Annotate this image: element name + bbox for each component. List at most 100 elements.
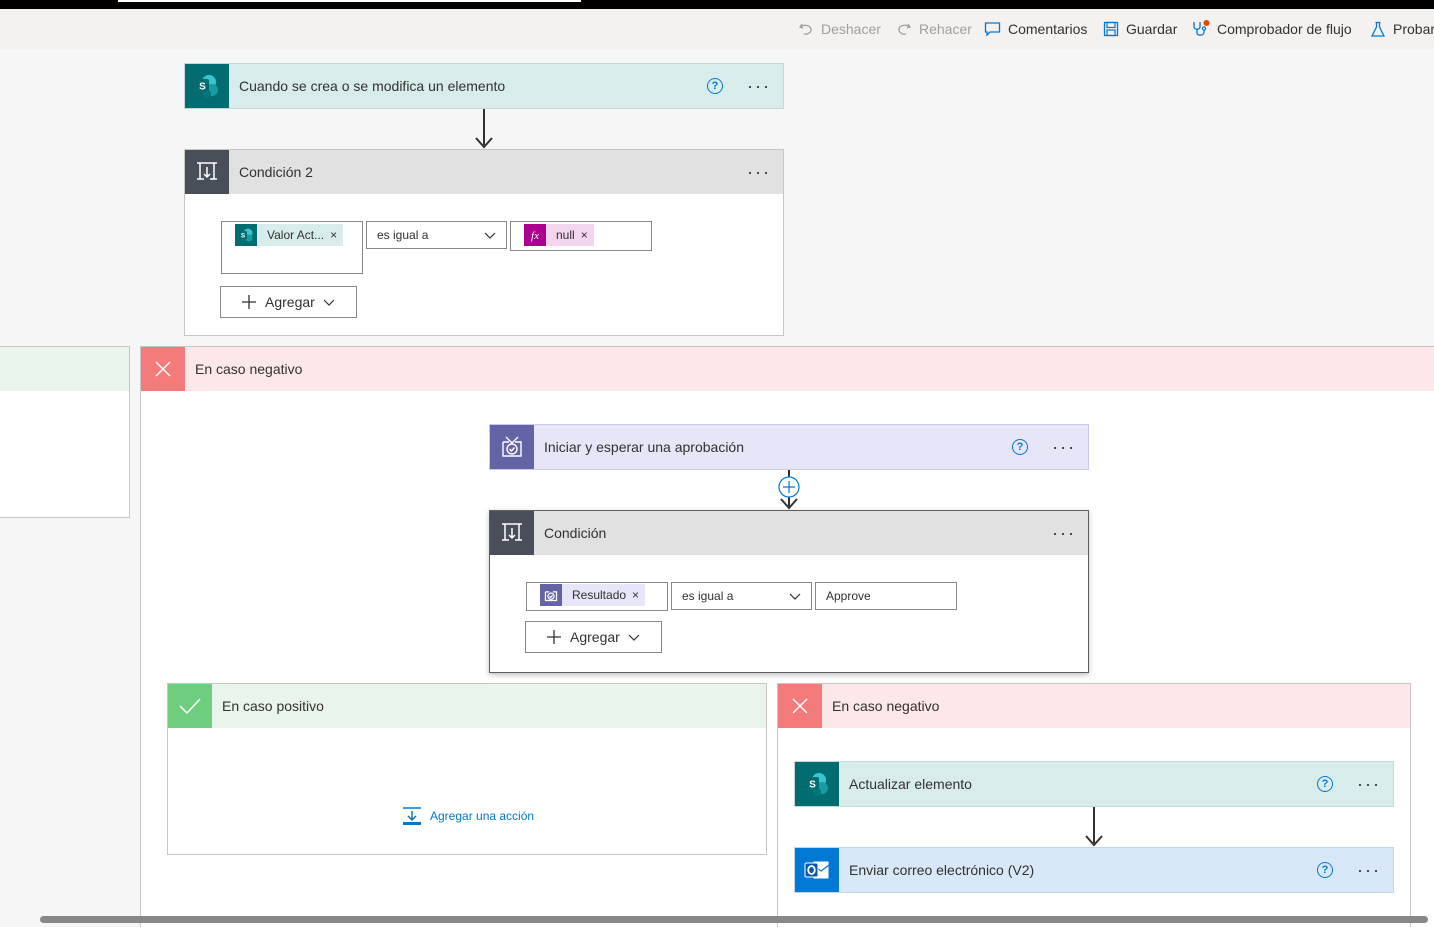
add-action-label: Agregar una acción	[430, 809, 535, 823]
save-button[interactable]: Guardar	[1103, 9, 1177, 49]
update-item-card[interactable]: S Actualizar elemento ? ···	[794, 761, 1394, 807]
positive-branch-header[interactable]	[0, 347, 129, 391]
update-item-title: Actualizar elemento	[849, 776, 972, 792]
comments-label: Comentarios	[1008, 21, 1088, 37]
redo-button[interactable]: Rehacer	[896, 9, 972, 49]
flow-checker-label: Comprobador de flujo	[1217, 21, 1352, 37]
arrowhead-icon	[780, 498, 798, 510]
add-button[interactable]: Agregar	[525, 621, 662, 653]
svg-text:S: S	[241, 233, 246, 240]
chevron-down-icon	[484, 232, 496, 239]
dynamic-content-token[interactable]: Resultado ×	[540, 584, 646, 606]
send-email-card[interactable]: Enviar correo electrónico (V2) ? ···	[794, 847, 1394, 893]
more-options-icon[interactable]: ···	[1357, 861, 1381, 879]
svg-text:S: S	[199, 82, 206, 93]
inner-positive-title: En caso positivo	[222, 698, 324, 714]
svg-text:fx: fx	[531, 230, 539, 242]
approval-header[interactable]: Iniciar y esperar una aprobación ? ···	[490, 425, 1088, 469]
redo-label: Rehacer	[919, 21, 972, 37]
inner-positive-branch: En caso positivo Agregar una acción	[167, 683, 767, 855]
checkmark-icon	[168, 684, 212, 728]
trigger-header[interactable]: S Cuando se crea o se modifica un elemen…	[185, 64, 783, 108]
add-action-link[interactable]: Agregar una acción	[402, 806, 534, 826]
sharepoint-icon: S	[235, 224, 257, 246]
inner-positive-header[interactable]: En caso positivo	[168, 684, 766, 728]
expression-token[interactable]: fx null ×	[524, 224, 594, 246]
help-icon[interactable]: ?	[1317, 776, 1334, 792]
horizontal-scrollbar[interactable]	[40, 916, 1428, 923]
dynamic-content-token[interactable]: S Valor Act... ×	[235, 224, 344, 246]
positive-branch-partial	[0, 346, 130, 518]
approval-title: Iniciar y esperar una aprobación	[544, 439, 745, 455]
operator-dropdown[interactable]: es igual a	[366, 221, 507, 249]
help-icon[interactable]: ?	[1012, 439, 1029, 455]
add-button[interactable]: Agregar	[220, 286, 357, 318]
send-email-header[interactable]: Enviar correo electrónico (V2) ? ···	[795, 848, 1393, 892]
chevron-down-icon	[628, 634, 640, 641]
outlook-icon	[795, 848, 839, 892]
redo-icon	[898, 23, 912, 35]
plus-icon	[547, 630, 561, 644]
remove-token-icon[interactable]: ×	[581, 228, 594, 242]
operator-value: es igual a	[377, 228, 429, 242]
undo-icon	[798, 23, 812, 35]
approval-icon	[490, 425, 534, 469]
chevron-down-icon	[789, 593, 801, 600]
help-icon[interactable]: ?	[707, 78, 724, 94]
add-label: Agregar	[570, 629, 620, 645]
more-options-icon[interactable]: ···	[1052, 524, 1076, 542]
insert-step-icon[interactable]	[777, 475, 801, 499]
operator-dropdown[interactable]: es igual a	[671, 582, 812, 610]
approval-card[interactable]: Iniciar y esperar una aprobación ? ···	[489, 424, 1089, 470]
add-action-icon	[403, 807, 421, 825]
flask-icon	[1370, 21, 1386, 37]
more-options-icon[interactable]: ···	[1357, 775, 1381, 793]
window-top-bar	[0, 0, 1434, 9]
command-bar: Deshacer Rehacer Comentarios Guardar Com…	[0, 9, 1434, 49]
help-icon[interactable]: ?	[1317, 862, 1334, 878]
condition-icon	[490, 511, 534, 555]
close-icon	[778, 684, 822, 728]
condition2-header[interactable]: Condición 2 ···	[185, 150, 783, 194]
operator-value: es igual a	[682, 589, 734, 603]
comments-button[interactable]: Comentarios	[984, 9, 1087, 49]
arrowhead-icon	[475, 137, 493, 149]
condition-header[interactable]: Condición ···	[490, 511, 1088, 555]
condition-title: Condición	[544, 525, 607, 541]
save-label: Guardar	[1126, 21, 1178, 37]
test-button[interactable]: Probar	[1370, 9, 1434, 49]
right-value: Approve	[826, 589, 871, 603]
comment-icon	[984, 22, 1001, 37]
fx-icon: fx	[524, 224, 546, 246]
arrowhead-icon	[1085, 835, 1103, 847]
condition-card[interactable]: Condición ··· Resultado × es igual a App…	[489, 510, 1089, 673]
more-options-icon[interactable]: ···	[747, 77, 771, 95]
approval-icon	[540, 584, 562, 606]
condition-right-operand[interactable]: Approve	[815, 582, 957, 610]
close-icon	[141, 347, 185, 391]
inner-negative-header[interactable]: En caso negativo	[778, 684, 1410, 728]
sharepoint-icon: S	[795, 762, 839, 806]
condition-icon	[185, 150, 229, 194]
negative-branch-header[interactable]: En caso negativo	[141, 347, 1434, 391]
trigger-title: Cuando se crea o se modifica un elemento	[239, 78, 506, 94]
undo-label: Deshacer	[821, 21, 881, 37]
test-label: Probar	[1393, 21, 1434, 37]
plus-icon	[242, 295, 256, 309]
undo-button[interactable]: Deshacer	[798, 9, 881, 49]
token-label: null	[556, 228, 575, 242]
more-options-icon[interactable]: ···	[747, 163, 771, 181]
negative-branch-title: En caso negativo	[195, 361, 303, 377]
more-options-icon[interactable]: ···	[1052, 438, 1076, 456]
svg-text:S: S	[809, 780, 816, 791]
flow-checker-button[interactable]: Comprobador de flujo	[1192, 9, 1352, 49]
stethoscope-icon	[1193, 20, 1210, 36]
sharepoint-icon: S	[185, 64, 229, 108]
token-label: Valor Act...	[267, 228, 325, 242]
remove-token-icon[interactable]: ×	[330, 228, 343, 242]
remove-token-icon[interactable]: ×	[632, 588, 645, 602]
update-item-header[interactable]: S Actualizar elemento ? ···	[795, 762, 1393, 806]
condition2-card[interactable]: Condición 2 ··· S Valor Act... × es igua…	[184, 149, 784, 336]
trigger-card[interactable]: S Cuando se crea o se modifica un elemen…	[184, 63, 784, 109]
token-label: Resultado	[572, 588, 627, 602]
